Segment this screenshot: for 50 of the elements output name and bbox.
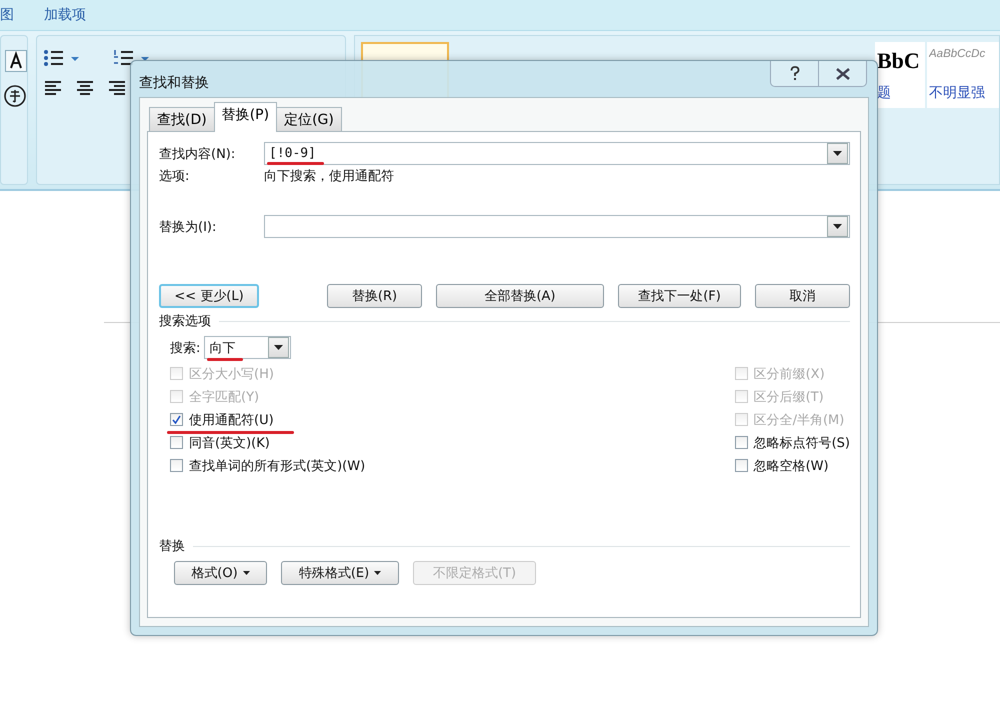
align-left-icon[interactable]: [43, 80, 63, 96]
caret-icon: [242, 571, 250, 575]
close-button[interactable]: [818, 61, 866, 86]
help-button[interactable]: [771, 61, 818, 86]
tab[interactable]: 查找(D): [149, 107, 215, 131]
field-label: 选项:: [159, 168, 190, 185]
checkbox-label: 查找单词的所有形式(英文)(W): [189, 458, 366, 474]
checkbox[interactable]: [734, 436, 748, 449]
align-right-icon[interactable]: [107, 80, 127, 96]
dialog-button[interactable]: 全部替换(A): [436, 284, 604, 308]
dialog-button[interactable]: 查找下一处(F): [618, 284, 741, 308]
character-border-icon[interactable]: [3, 84, 27, 108]
dialog-button[interactable]: 特殊格式(E): [281, 561, 399, 585]
dialog-button[interactable]: << 更少(L): [159, 284, 259, 308]
checkbox[interactable]: [170, 436, 183, 449]
dialog-button[interactable]: 格式(O): [174, 561, 267, 585]
field-label: 替换为(I):: [159, 218, 218, 236]
dialog-button[interactable]: 替换(R): [327, 284, 422, 308]
checkbox-label: 区分前缀(X): [754, 366, 825, 382]
window-title: 查找和替换: [139, 74, 209, 92]
search-direction-select[interactable]: 向下: [204, 336, 292, 359]
checkbox-label: 使用通配符(U): [189, 410, 274, 428]
section-title: 替换: [159, 538, 185, 555]
tab[interactable]: 定位(G): [276, 107, 342, 131]
combo-field[interactable]: [264, 215, 850, 238]
checkbox[interactable]: [170, 413, 183, 426]
checkbox-label: 区分后缀(T): [754, 388, 824, 406]
checkbox-label: 全字匹配(Y): [189, 388, 260, 406]
tab[interactable]: 替换(P): [214, 102, 278, 132]
menu-tab[interactable]: 图: [0, 6, 14, 24]
checkbox-label: 忽略标点符号(S): [754, 434, 850, 452]
checkbox-label: 区分大小写(H): [189, 366, 274, 382]
checkbox-label: 区分全/半角(M): [754, 412, 844, 428]
dialog-button[interactable]: 取消: [755, 284, 850, 308]
checkbox-label: 同音(英文)(K): [189, 434, 270, 452]
field-label: 查找内容(N):: [159, 146, 236, 162]
field-label: 搜索:: [170, 340, 200, 356]
options-summary: 向下搜索，使用通配符: [264, 168, 394, 185]
menu-tab[interactable]: 加载项: [44, 6, 86, 24]
style-preview[interactable]: BbC 题: [875, 42, 925, 108]
checkbox[interactable]: [170, 459, 183, 472]
close-icon: [834, 68, 850, 80]
combo-field[interactable]: [!0-9]: [264, 142, 850, 165]
section-title: 搜索选项: [159, 313, 211, 330]
font-color-icon[interactable]: [5, 50, 27, 72]
help-icon: [790, 66, 800, 81]
checkbox-label: 忽略空格(W): [754, 458, 829, 474]
caret-icon: [374, 571, 382, 575]
align-center-icon[interactable]: [75, 80, 95, 96]
checkbox[interactable]: [734, 459, 748, 472]
